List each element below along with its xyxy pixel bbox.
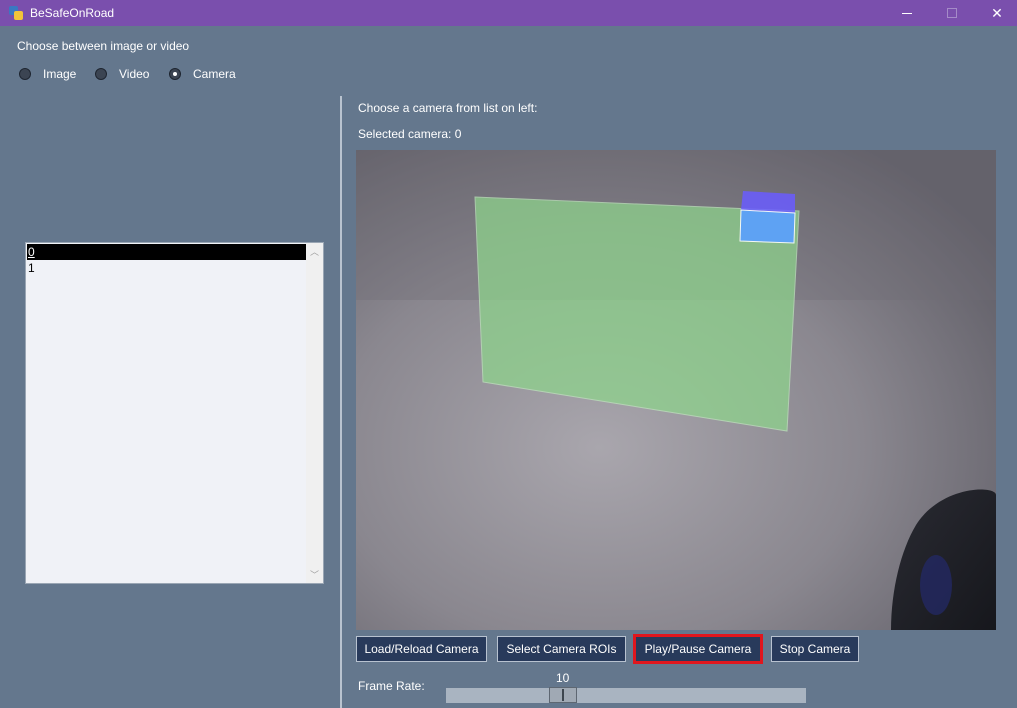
radio-label-camera: Camera <box>193 67 236 81</box>
radio-circle-camera[interactable] <box>169 68 181 80</box>
radio-circle-video[interactable] <box>95 68 107 80</box>
camera-listbox[interactable]: 0 1 ︿ ﹀ <box>25 242 324 584</box>
frame-rate-slider-handle[interactable] <box>549 687 577 703</box>
frame-rate-label: Frame Rate: <box>358 679 425 693</box>
play-pause-camera-button[interactable]: Play/Pause Camera <box>633 634 763 664</box>
minimize-button[interactable] <box>884 0 930 26</box>
frame-rate-slider[interactable] <box>446 688 806 703</box>
radio-circle-image[interactable] <box>19 68 31 80</box>
window-title: BeSafeOnRoad <box>30 6 115 20</box>
frame-rate-value: 10 <box>556 671 570 685</box>
roi-blue-top[interactable] <box>741 191 795 213</box>
title-bar: BeSafeOnRoad ✕ <box>0 0 1017 26</box>
stop-camera-button[interactable]: Stop Camera <box>771 636 859 662</box>
app-icon <box>8 5 24 21</box>
chair-highlight <box>920 555 952 615</box>
load-reload-camera-button[interactable]: Load/Reload Camera <box>356 636 487 662</box>
chevron-up-icon[interactable]: ︿ <box>306 243 323 260</box>
camera-feed[interactable] <box>356 150 996 630</box>
listbox-scrollbar[interactable]: ︿ ﹀ <box>306 243 323 583</box>
source-choice-prompt: Choose between image or video <box>17 39 190 53</box>
maximize-icon <box>947 8 957 18</box>
list-item-camera-0[interactable]: 0 <box>27 244 307 260</box>
camera-instruction: Choose a camera from list on left: <box>358 101 538 115</box>
radio-label-video: Video <box>119 67 150 81</box>
radio-label-image: Image <box>43 67 77 81</box>
minimize-icon <box>902 12 912 14</box>
maximize-button[interactable] <box>929 0 975 26</box>
roi-blue-region[interactable] <box>739 209 796 244</box>
select-camera-rois-button[interactable]: Select Camera ROIs <box>497 636 626 662</box>
radio-video[interactable]: Video <box>95 66 149 82</box>
panel-divider <box>340 96 342 708</box>
close-button[interactable]: ✕ <box>974 0 1017 26</box>
selected-camera-label: Selected camera: 0 <box>358 127 462 141</box>
radio-image[interactable]: Image <box>19 66 76 82</box>
list-item-camera-1[interactable]: 1 <box>27 260 307 276</box>
close-icon: ✕ <box>991 4 1003 21</box>
chevron-down-icon[interactable]: ﹀ <box>306 566 323 583</box>
radio-camera[interactable]: Camera <box>169 66 236 82</box>
